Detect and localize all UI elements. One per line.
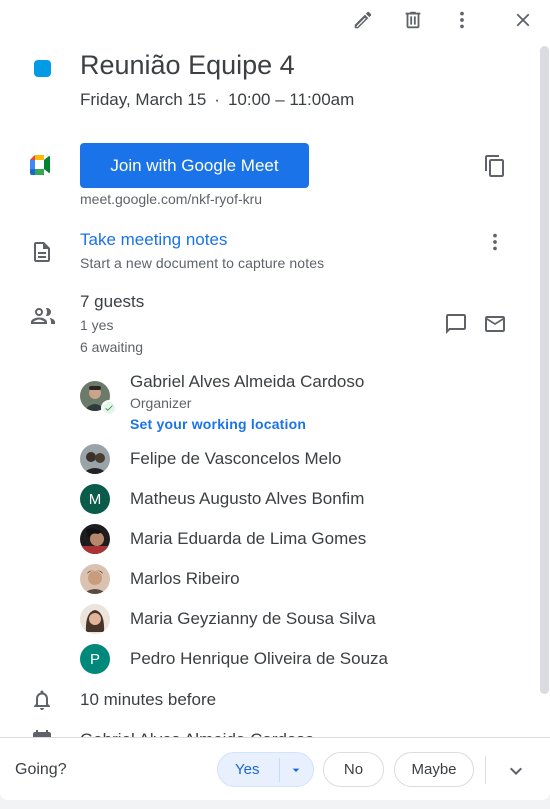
set-working-location-link[interactable]: Set your working location	[130, 416, 306, 432]
datetime-separator: ·	[214, 90, 220, 109]
going-label: Going?	[15, 761, 67, 778]
delete-icon[interactable]	[400, 7, 426, 33]
more-options-icon[interactable]	[449, 7, 475, 33]
guest-item[interactable]: Maria Geyzianny de Sousa Silva	[80, 604, 520, 636]
event-title: Reunião Equipe 4	[80, 50, 295, 80]
guest-item[interactable]: Marlos Ribeiro	[80, 564, 520, 596]
yes-split-divider	[279, 758, 280, 782]
guests-count: 7 guests	[80, 292, 145, 311]
guest-item[interactable]: Maria Eduarda de Lima Gomes	[80, 524, 520, 556]
take-meeting-notes-link[interactable]: Take meeting notes	[80, 230, 227, 250]
guest-name: Pedro Henrique Oliveira de Souza	[130, 649, 388, 668]
chevron-down-icon[interactable]	[503, 758, 529, 784]
caret-down-icon[interactable]	[288, 762, 304, 778]
guests-yes-count: 1 yes	[80, 317, 114, 333]
organizer-label: Organizer	[130, 395, 192, 411]
rsvp-divider	[485, 756, 486, 784]
guest-name: Marlos Ribeiro	[130, 569, 240, 588]
edit-icon[interactable]	[350, 7, 376, 33]
avatar	[80, 604, 110, 634]
event-datetime: Friday, March 15 · 10:00 – 11:00am	[80, 90, 354, 110]
event-color-swatch	[34, 60, 51, 77]
document-icon	[30, 240, 54, 264]
join-google-meet-button[interactable]: Join with Google Meet	[80, 143, 309, 188]
google-meet-icon	[30, 154, 54, 176]
notes-more-icon[interactable]	[483, 230, 507, 254]
rsvp-bar: Going? Yes No Maybe	[0, 737, 550, 800]
guest-item[interactable]: Felipe de Vasconcelos Melo	[80, 444, 520, 476]
guest-item[interactable]: P Pedro Henrique Oliveira de Souza	[80, 644, 520, 676]
avatar	[80, 444, 110, 474]
guest-name: Matheus Augusto Alves Bonfim	[130, 489, 365, 508]
avatar: M	[80, 484, 110, 514]
rsvp-maybe-button[interactable]: Maybe	[394, 752, 474, 787]
people-icon	[30, 304, 56, 328]
guest-name: Gabriel Alves Almeida Cardoso	[130, 372, 365, 391]
event-details-card: Reunião Equipe 4 Friday, March 15 · 10:00 …	[0, 0, 550, 800]
copy-icon[interactable]	[482, 153, 508, 179]
avatar: P	[80, 644, 110, 674]
guest-item[interactable]: M Matheus Augusto Alves Bonfim	[80, 484, 520, 516]
avatar	[80, 524, 110, 554]
guest-name: Maria Eduarda de Lima Gomes	[130, 529, 367, 548]
avatar	[80, 564, 110, 594]
scrollbar-thumb[interactable]	[540, 46, 549, 694]
event-time: 10:00 – 11:00am	[227, 90, 355, 109]
rsvp-no-button[interactable]: No	[323, 752, 384, 787]
reminder-text: 10 minutes before	[80, 690, 217, 709]
rsvp-yes-label: Yes	[235, 761, 260, 778]
chat-icon[interactable]	[443, 311, 469, 337]
accepted-check-icon	[101, 400, 117, 416]
rsvp-yes-button[interactable]: Yes	[217, 752, 314, 787]
notes-subtitle: Start a new document to capture notes	[80, 255, 325, 271]
guests-awaiting-count: 6 awaiting	[80, 339, 144, 355]
event-date: Friday, March 15	[80, 90, 207, 109]
bell-icon	[30, 688, 54, 712]
guest-name: Maria Geyzianny de Sousa Silva	[130, 609, 376, 628]
meet-link[interactable]: meet.google.com/nkf-ryof-kru	[80, 191, 262, 207]
guest-name: Felipe de Vasconcelos Melo	[130, 449, 342, 468]
close-icon[interactable]	[510, 7, 536, 33]
email-icon[interactable]	[482, 311, 508, 337]
